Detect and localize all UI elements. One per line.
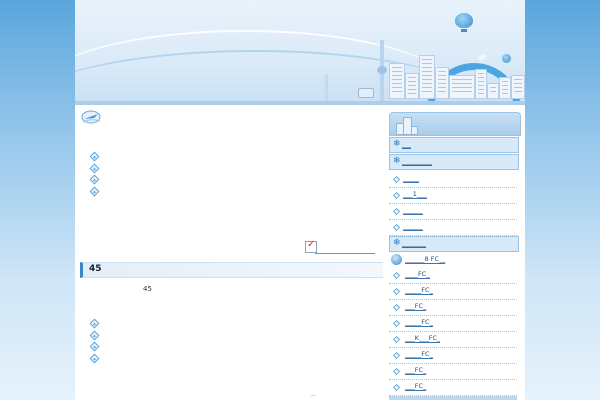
fc-group-header[interactable]: ______8 FC__ — [389, 253, 517, 266]
fc-item[interactable]: _____FC_ — [389, 284, 517, 300]
diamond-bullet-icon — [89, 151, 100, 162]
section-title: 45 — [89, 264, 102, 274]
snowflake-icon: ❄ — [393, 156, 401, 166]
fc-item-label[interactable]: ___FC_ — [405, 383, 427, 391]
building — [389, 63, 405, 99]
fc-item-label[interactable]: ___K___FC_ — [405, 335, 441, 343]
diamond-bullet-icon — [392, 351, 401, 360]
sidebar-category[interactable]: ❄ ___ — [389, 137, 519, 153]
sidebar-item-label[interactable]: ______ — [403, 223, 423, 231]
sidebar-category-label[interactable]: ________ — [402, 240, 426, 248]
small-balloon-icon — [502, 54, 511, 63]
building-icon — [411, 126, 418, 135]
header-banner — [75, 0, 525, 105]
globe-icon — [391, 254, 402, 265]
diamond-bullet-icon — [392, 191, 401, 200]
diamond-bullet-icon — [89, 330, 100, 341]
diamond-bullet-icon — [392, 383, 401, 392]
leaf-decoration — [477, 53, 487, 62]
sidebar-category-label[interactable]: __________ — [402, 158, 432, 166]
sidebar-category-label[interactable]: ___ — [402, 141, 411, 149]
diamond-bullet-icon — [392, 207, 401, 216]
fc-item-label[interactable]: ____FC_ — [405, 271, 430, 279]
antenna-decoration — [325, 74, 328, 102]
sidebar-item-label[interactable]: _____ — [403, 175, 420, 183]
section-header: 45 — [80, 262, 383, 278]
diamond-bullet-icon — [392, 303, 401, 312]
bus-icon — [358, 88, 374, 98]
diamond-bullet-icon — [89, 174, 100, 185]
diamond-bullet-icon — [392, 319, 401, 328]
more-link[interactable] — [315, 243, 375, 254]
fc-item[interactable]: ___FC_ — [389, 364, 517, 380]
diamond-bullet-icon — [89, 318, 100, 329]
sidebar-item-label[interactable]: ___1___ — [403, 191, 427, 199]
building — [435, 67, 449, 99]
fc-item-label[interactable]: _____FC_ — [405, 319, 433, 327]
diamond-bullet-icon — [392, 223, 401, 232]
airplane-logo-icon — [81, 110, 101, 124]
fc-item[interactable]: ___FC_ — [389, 300, 517, 316]
snowflake-icon: ❄ — [393, 139, 401, 149]
balloon-basket — [461, 29, 467, 32]
footer-ellipsis: ... — [310, 391, 316, 398]
diamond-bullet-icon — [89, 341, 100, 352]
sidebar: ❄ ___ ❄ __________ _____ ___1___ ______ … — [388, 112, 521, 400]
sidebar-item-label[interactable]: ______ — [403, 207, 423, 215]
diamond-bullet-icon — [392, 287, 401, 296]
diamond-bullet-icon — [392, 271, 401, 280]
fc-item[interactable]: ___FC_ — [389, 380, 517, 396]
tv-tower-sphere — [377, 66, 387, 74]
sidebar-header — [389, 112, 521, 136]
diamond-bullet-icon — [89, 353, 100, 364]
building — [499, 77, 511, 99]
building — [405, 73, 419, 99]
sidebar-category[interactable]: ❄ ________ — [389, 236, 519, 252]
fc-item-label[interactable]: _____FC_ — [405, 287, 433, 295]
building — [487, 83, 499, 99]
fc-item[interactable]: _____FC_ — [389, 348, 517, 364]
diamond-bullet-icon — [392, 335, 401, 344]
diamond-bullet-icon — [89, 163, 100, 174]
fc-item[interactable]: ___K___FC_ — [389, 332, 517, 348]
diamond-bullet-icon — [89, 186, 100, 197]
sidebar-item[interactable]: ______ — [389, 220, 517, 236]
diamond-bullet-icon — [392, 175, 401, 184]
fc-item-label[interactable]: ___FC_ — [405, 367, 427, 375]
building — [419, 55, 435, 99]
section-count: 45 — [143, 285, 152, 293]
fc-item-label[interactable]: _____FC_ — [405, 351, 433, 359]
diamond-bullet-icon — [392, 367, 401, 376]
sidebar-item[interactable]: _____ — [389, 172, 517, 188]
building — [511, 75, 525, 99]
sidebar-footer-bar — [389, 396, 517, 400]
building — [449, 75, 475, 99]
fc-group-label[interactable]: ______8 FC__ — [405, 256, 446, 264]
sidebar-item[interactable]: ______ — [389, 204, 517, 220]
fc-item-label[interactable]: ___FC_ — [405, 303, 427, 311]
sidebar-item[interactable]: ___1___ — [389, 188, 517, 204]
fc-item[interactable]: _____FC_ — [389, 316, 517, 332]
header-divider — [75, 101, 525, 105]
snowflake-icon: ❄ — [393, 238, 401, 248]
building — [475, 69, 487, 99]
hot-air-balloon-icon — [455, 13, 473, 28]
page: ✓ 45 45 ... ❄ ___ ❄ __________ _____ ___… — [75, 0, 525, 400]
sidebar-category[interactable]: ❄ __________ — [389, 154, 519, 170]
fc-item[interactable]: ____FC_ — [389, 268, 517, 284]
